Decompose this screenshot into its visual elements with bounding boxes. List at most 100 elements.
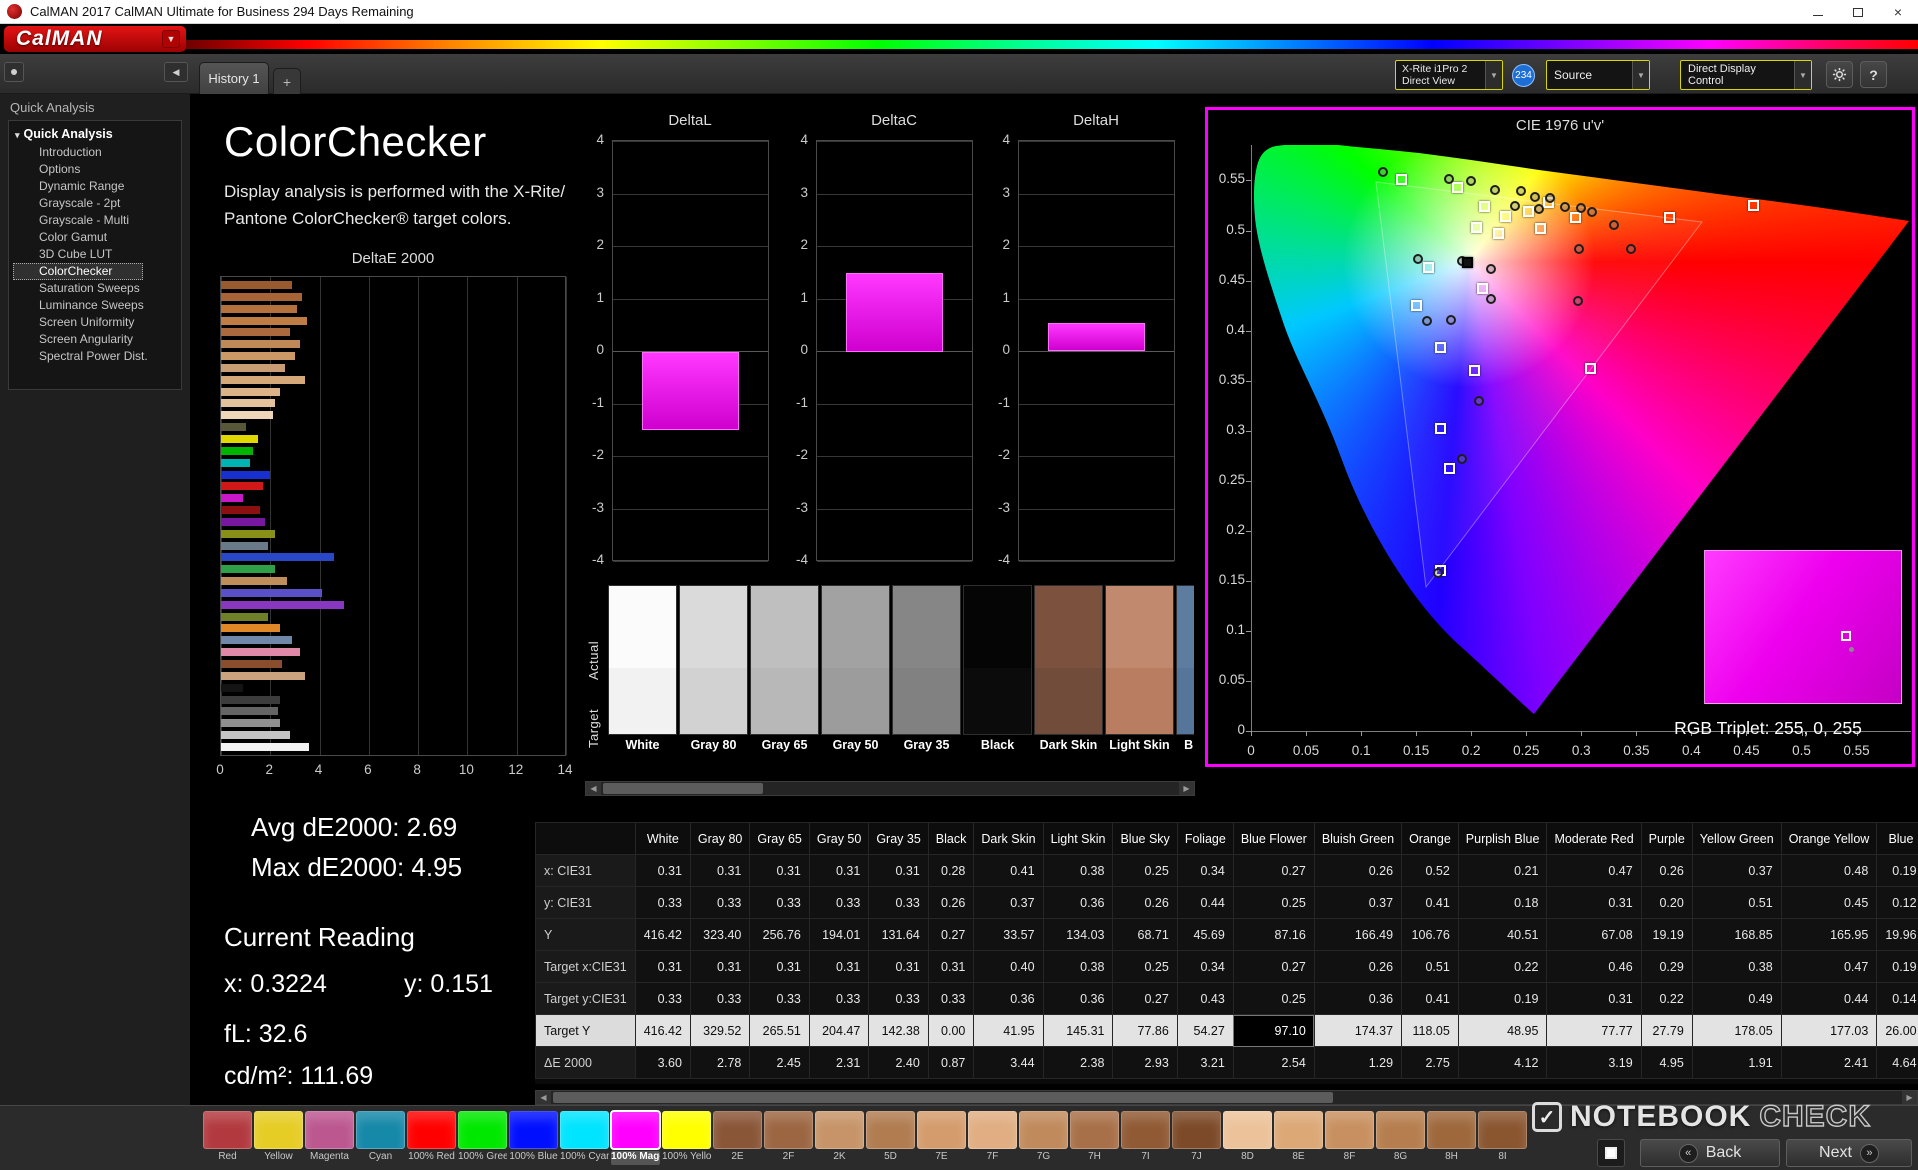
table-cell[interactable]: 3.19 — [1546, 1046, 1642, 1079]
strip-patch-8f[interactable]: 8F — [1325, 1111, 1374, 1165]
strip-patch-100-red[interactable]: 100% Red — [407, 1111, 456, 1165]
table-cell[interactable]: 4.64 — [1876, 1046, 1918, 1079]
table-cell[interactable]: 0.21 — [1457, 854, 1548, 887]
sidebar-item-options[interactable]: Options — [13, 161, 181, 178]
table-cell[interactable]: 0.26 — [1112, 886, 1178, 919]
table-cell[interactable]: 118.05 — [1401, 1014, 1459, 1047]
table-cell[interactable]: 77.86 — [1112, 1014, 1178, 1047]
table-cell[interactable]: 0.51 — [1401, 950, 1459, 983]
table-cell[interactable]: 77.77 — [1546, 1014, 1642, 1047]
table-cell[interactable]: 329.52 — [689, 1014, 751, 1047]
strip-patch-100-yellow[interactable]: 100% Yellow — [662, 1111, 711, 1165]
table-cell[interactable]: 41.95 — [973, 1014, 1044, 1047]
table-cell[interactable]: 33.57 — [973, 918, 1044, 951]
table-cell[interactable]: 0.20 — [1640, 886, 1693, 919]
table-cell[interactable]: 0.31 — [868, 854, 929, 887]
strip-patch-8e[interactable]: 8E — [1274, 1111, 1323, 1165]
strip-patch-100-cyan[interactable]: 100% Cyan — [560, 1111, 609, 1165]
sidebar-item-color-gamut[interactable]: Color Gamut — [13, 229, 181, 246]
table-cell[interactable]: 0.31 — [689, 854, 751, 887]
table-cell[interactable]: 2.45 — [749, 1046, 810, 1079]
table-cell[interactable]: 145.31 — [1042, 1014, 1114, 1047]
table-cell[interactable]: 0.31 — [634, 950, 691, 983]
table-cell[interactable]: 0.25 — [1112, 950, 1178, 983]
table-cell[interactable]: 0.22 — [1640, 982, 1693, 1015]
table-cell[interactable]: 87.16 — [1232, 918, 1315, 951]
table-cell[interactable]: 0.36 — [1042, 886, 1114, 919]
strip-patch-cyan[interactable]: Cyan — [356, 1111, 405, 1165]
settings-button[interactable] — [1826, 61, 1853, 88]
table-cell[interactable]: 0.27 — [927, 918, 975, 951]
table-cell[interactable]: 177.03 — [1780, 1014, 1878, 1047]
table-cell[interactable]: 0.31 — [1546, 982, 1642, 1015]
table-cell[interactable]: 0.34 — [1176, 950, 1234, 983]
table-cell[interactable]: 204.47 — [808, 1014, 870, 1047]
table-cell[interactable]: 323.40 — [689, 918, 751, 951]
strip-patch-7h[interactable]: 7H — [1070, 1111, 1119, 1165]
table-cell[interactable]: 26.00 — [1876, 1014, 1918, 1047]
strip-patch-8h[interactable]: 8H — [1427, 1111, 1476, 1165]
table-cell[interactable]: 0.00 — [927, 1014, 975, 1047]
swatch-row-scrollbar[interactable]: ◀ ▶ — [585, 781, 1195, 796]
table-cell[interactable]: 0.38 — [1691, 950, 1782, 983]
strip-patch-8i[interactable]: 8I — [1478, 1111, 1527, 1165]
table-cell[interactable]: 0.31 — [749, 950, 810, 983]
table-cell[interactable]: 0.33 — [808, 886, 870, 919]
next-button[interactable]: Next » — [1786, 1139, 1912, 1167]
table-cell[interactable]: 0.27 — [1232, 854, 1315, 887]
strip-patch-2e[interactable]: 2E — [713, 1111, 762, 1165]
table-cell[interactable]: 0.49 — [1691, 982, 1782, 1015]
display-control-dropdown[interactable]: Direct Display Control ▼ — [1680, 60, 1812, 90]
strip-patch-7g[interactable]: 7G — [1019, 1111, 1068, 1165]
table-cell[interactable]: 0.33 — [749, 886, 810, 919]
table-cell[interactable]: 0.19 — [1876, 854, 1918, 887]
sidebar-item-screen-uniformity[interactable]: Screen Uniformity — [13, 314, 181, 331]
table-cell[interactable]: 416.42 — [634, 1014, 691, 1047]
table-cell[interactable]: 0.33 — [868, 886, 929, 919]
table-cell[interactable]: 0.18 — [1457, 886, 1548, 919]
table-cell[interactable]: 2.75 — [1401, 1046, 1459, 1079]
strip-patch-2k[interactable]: 2K — [815, 1111, 864, 1165]
table-cell[interactable]: 0.41 — [1401, 982, 1459, 1015]
table-cell[interactable]: 0.26 — [1640, 854, 1693, 887]
table-cell[interactable]: 0.37 — [1313, 886, 1403, 919]
patch-blue-sky[interactable]: Blue Sky — [1176, 585, 1194, 757]
table-cell[interactable]: 0.31 — [927, 950, 975, 983]
table-cell[interactable]: 97.10 — [1232, 1014, 1315, 1047]
scrollbar-thumb[interactable] — [603, 783, 763, 794]
close-button[interactable]: × — [1878, 0, 1918, 24]
table-cell[interactable]: 2.78 — [689, 1046, 751, 1079]
source-dropdown[interactable]: Source ▼ — [1546, 60, 1650, 90]
table-cell[interactable]: 0.38 — [1042, 950, 1114, 983]
table-cell[interactable]: 40.51 — [1457, 918, 1548, 951]
table-cell[interactable]: 0.26 — [1313, 950, 1403, 983]
strip-patch-magenta[interactable]: Magenta — [305, 1111, 354, 1165]
table-cell[interactable]: 131.64 — [868, 918, 929, 951]
patch-gray-65[interactable]: Gray 65 — [750, 585, 819, 757]
table-cell[interactable]: 0.38 — [1042, 854, 1114, 887]
table-cell[interactable]: 0.36 — [973, 982, 1044, 1015]
table-cell[interactable]: 2.40 — [868, 1046, 929, 1079]
table-cell[interactable]: 4.12 — [1457, 1046, 1548, 1079]
table-cell[interactable]: 0.47 — [1780, 950, 1878, 983]
patch-gray-50[interactable]: Gray 50 — [821, 585, 890, 757]
calman-logo[interactable]: CalMAN ▼ — [4, 26, 186, 52]
table-cell[interactable]: 0.26 — [927, 886, 975, 919]
table-cell[interactable]: 19.19 — [1640, 918, 1693, 951]
logo-menu-button[interactable]: ▼ — [162, 30, 180, 48]
scrollbar-thumb[interactable] — [553, 1092, 1333, 1103]
strip-patch-7e[interactable]: 7E — [917, 1111, 966, 1165]
sidebar-item-screen-angularity[interactable]: Screen Angularity — [13, 331, 181, 348]
table-cell[interactable]: 0.25 — [1232, 886, 1315, 919]
table-cell[interactable]: 0.37 — [973, 886, 1044, 919]
strip-patch-red[interactable]: Red — [203, 1111, 252, 1165]
table-cell[interactable]: 0.28 — [927, 854, 975, 887]
table-cell[interactable]: 2.54 — [1232, 1046, 1315, 1079]
table-cell[interactable]: 174.37 — [1313, 1014, 1403, 1047]
tab-history-1[interactable]: History 1 — [199, 62, 269, 94]
table-cell[interactable]: 1.29 — [1313, 1046, 1403, 1079]
table-cell[interactable]: 165.95 — [1780, 918, 1878, 951]
table-cell[interactable]: 0.33 — [868, 982, 929, 1015]
table-cell[interactable]: 0.26 — [1313, 854, 1403, 887]
table-cell[interactable]: 0.33 — [634, 886, 691, 919]
